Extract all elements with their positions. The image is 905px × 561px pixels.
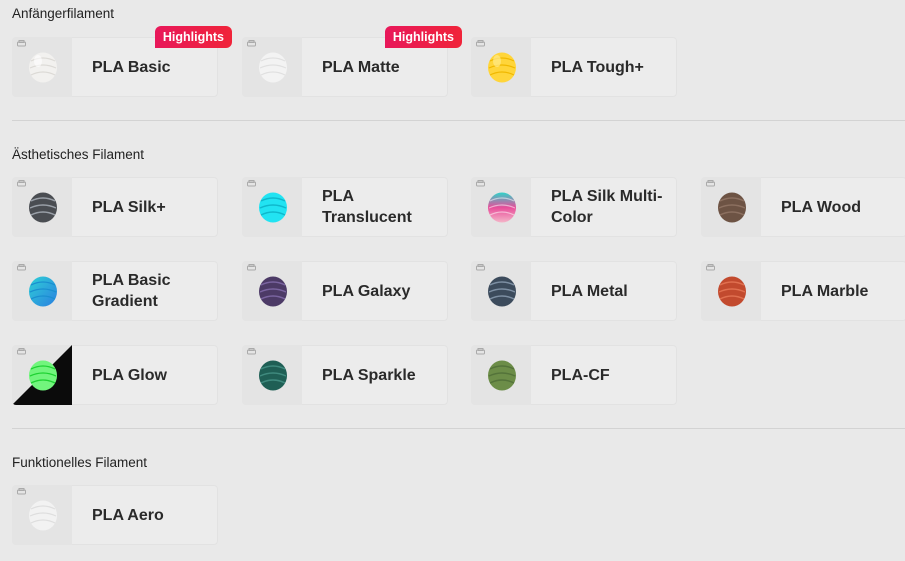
filament-thumbnail [701,177,761,237]
filament-card-pla-translucent[interactable]: PLA Translucent [242,177,448,237]
highlights-badge: Highlights [384,26,462,48]
filament-card-pla-aero[interactable]: PLA Aero [12,485,218,545]
printer-icon [17,488,26,495]
filament-thumbnail [242,37,302,97]
filament-card-pla-basic-gradient[interactable]: PLA Basic Gradient [12,261,218,321]
filament-thumbnail [471,261,531,321]
filament-thumbnail [242,261,302,321]
printer-icon [247,264,256,271]
filament-label: PLA-CF [551,366,610,384]
filament-label: PLA Sparkle [322,366,416,384]
grey-silk-spool-icon [29,192,57,223]
filament-thumbnail [12,177,72,237]
filament-label: PLA Tough+ [551,58,644,76]
section-divider [12,120,905,121]
filament-card-pla-cf[interactable]: PLA-CF [471,345,677,405]
sparkle-spool-icon [259,360,287,391]
printer-icon [247,180,256,187]
filament-label: PLA Silk+ [92,198,166,216]
filament-card-pla-silk-multi-color[interactable]: PLA Silk Multi-Color [471,177,677,237]
filament-card-pla-silk-plus[interactable]: PLA Silk+ [12,177,218,237]
section-title: Anfängerfilament [12,6,115,21]
filament-card-pla-marble[interactable]: PLA Marble [701,261,905,321]
filament-thumbnail [242,345,302,405]
filament-thumbnail [12,37,72,97]
galaxy-spool-icon [259,276,287,307]
white-spool-icon [259,52,287,83]
filament-card-pla-sparkle[interactable]: PLA Sparkle [242,345,448,405]
printer-icon [476,40,485,47]
glow-spool-icon [29,360,57,391]
printer-icon [17,180,26,187]
white-spool-icon [29,500,57,531]
white-spool-icon [29,52,57,83]
marble-spool-icon [718,276,746,307]
multicolor-spool-icon [488,192,516,223]
filament-card-pla-metal[interactable]: PLA Metal [471,261,677,321]
filament-thumbnail [471,345,531,405]
printer-icon [706,264,715,271]
filament-thumbnail [701,261,761,321]
filament-card-pla-tough-plus[interactable]: PLA Tough+ [471,37,677,97]
printer-icon [476,264,485,271]
filament-card-pla-matte[interactable]: PLA Matte Highlights [242,26,462,97]
filament-card-pla-galaxy[interactable]: PLA Galaxy [242,261,448,321]
printer-icon [247,40,256,47]
filament-label: PLA Basic Gradient [92,272,171,310]
filament-label: PLA Metal [551,282,628,300]
printer-icon [17,40,26,47]
yellow-spool-icon [488,52,516,83]
filament-card-pla-basic[interactable]: PLA Basic Highlights [12,26,232,97]
filament-thumbnail [12,261,72,321]
filament-label: PLA Aero [92,506,164,524]
filament-label: PLA Wood [781,198,861,216]
printer-icon [706,180,715,187]
filament-label: PLA Marble [781,282,869,300]
filament-card-pla-wood[interactable]: PLA Wood [701,177,905,237]
printer-icon [247,348,256,355]
section-divider [12,428,905,429]
cyan-spool-icon [259,192,287,223]
section-title: Ästhetisches Filament [12,147,145,162]
filament-thumbnail [12,345,72,405]
highlights-badge: Highlights [154,26,232,48]
wood-spool-icon [718,192,746,223]
filament-label: PLA Translucent [322,188,412,226]
printer-icon [476,348,485,355]
green-cf-spool-icon [488,360,516,391]
filament-card-pla-glow[interactable]: PLA Glow [12,345,218,405]
printer-icon [17,348,26,355]
filament-label: PLA Glow [92,366,167,384]
metal-spool-icon [488,276,516,307]
filament-thumbnail [471,177,531,237]
filament-label: PLA Galaxy [322,282,411,300]
printer-icon [17,264,26,271]
filament-thumbnail [242,177,302,237]
printer-icon [476,180,485,187]
gradient-spool-icon [29,276,57,307]
filament-thumbnail [471,37,531,97]
filament-label: PLA Silk Multi-Color [551,188,663,226]
filament-thumbnail [12,485,72,545]
section-title: Funktionelles Filament [12,455,148,470]
